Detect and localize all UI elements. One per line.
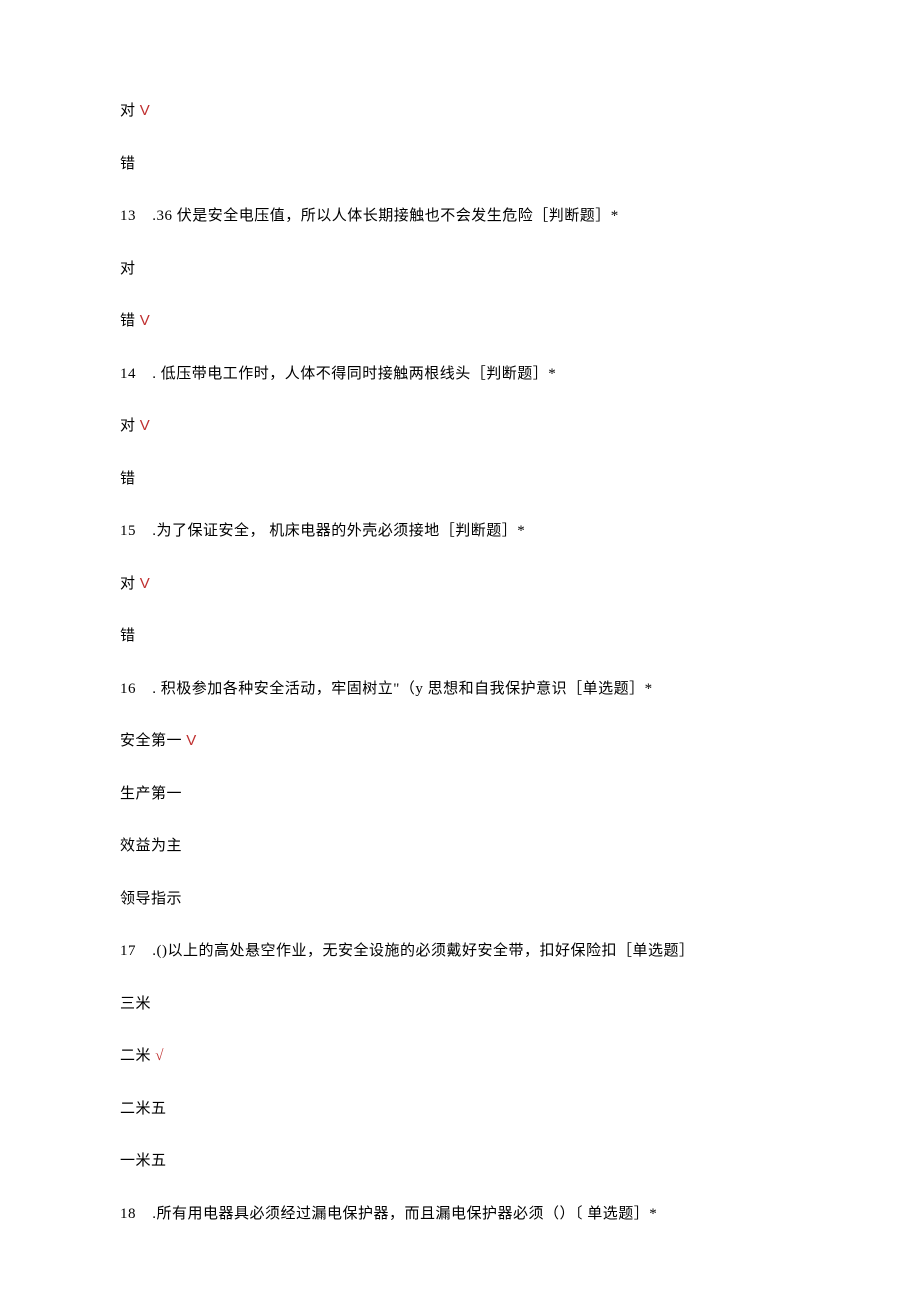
q17-option-d: 一米五 — [120, 1150, 800, 1173]
question-number: 16 — [120, 678, 148, 701]
q13-question: 13 .36 伏是安全电压值，所以人体长期接触也不会发生危险［判断题］* — [120, 205, 800, 228]
q17-option-a: 三米 — [120, 993, 800, 1016]
option-text: 对 — [120, 418, 140, 434]
question-number: 18 — [120, 1203, 148, 1226]
option-text: 二米五 — [120, 1101, 167, 1117]
option-text: 领导指示 — [120, 891, 182, 907]
option-text: 三米 — [120, 996, 151, 1012]
q15-question: 15 .为了保证安全， 机床电器的外壳必须接地［判断题］* — [120, 520, 800, 543]
q16-question: 16 . 积极参加各种安全活动，牢固树立"（y 思想和自我保护意识［单选题］* — [120, 678, 800, 701]
correct-mark: V — [186, 732, 197, 749]
q12-option-false: 错 — [120, 153, 800, 176]
option-text: 错 — [120, 471, 136, 487]
question-number: 14 — [120, 363, 148, 386]
option-text: 错 — [120, 156, 136, 172]
option-text: 错 — [120, 313, 140, 329]
option-text: 安全第一 — [120, 733, 186, 749]
q17-option-b: 二米 √ — [120, 1045, 800, 1068]
correct-mark: V — [140, 575, 151, 592]
q15-option-false: 错 — [120, 625, 800, 648]
q14-question: 14 . 低压带电工作时，人体不得同时接触两根线头［判断题］* — [120, 363, 800, 386]
q16-option-d: 领导指示 — [120, 888, 800, 911]
question-text: .所有用电器具必须经过漏电保护器，而且漏电保护器必须（）〔 单选题］* — [148, 1206, 657, 1222]
option-text: 对 — [120, 261, 136, 277]
q13-option-true: 对 — [120, 258, 800, 281]
option-text: 效益为主 — [120, 838, 182, 854]
q13-option-false: 错 V — [120, 310, 800, 333]
question-number: 15 — [120, 520, 148, 543]
q16-option-a: 安全第一 V — [120, 730, 800, 753]
question-text: .()以上的高处悬空作业，无安全设施的必须戴好安全带，扣好保险扣［单选题］ — [148, 943, 695, 959]
question-number: 13 — [120, 205, 148, 228]
q16-option-b: 生产第一 — [120, 783, 800, 806]
option-text: 对 — [120, 103, 140, 119]
option-text: 对 — [120, 576, 140, 592]
q17-question: 17 .()以上的高处悬空作业，无安全设施的必须戴好安全带，扣好保险扣［单选题］ — [120, 940, 800, 963]
q16-option-c: 效益为主 — [120, 835, 800, 858]
q15-option-true: 对 V — [120, 573, 800, 596]
correct-mark: √ — [155, 1048, 164, 1064]
question-text: .36 伏是安全电压值，所以人体长期接触也不会发生危险［判断题］* — [148, 208, 619, 224]
q18-question: 18 .所有用电器具必须经过漏电保护器，而且漏电保护器必须（）〔 单选题］* — [120, 1203, 800, 1226]
q12-option-true: 对 V — [120, 100, 800, 123]
option-text: 生产第一 — [120, 786, 182, 802]
correct-mark: V — [140, 312, 151, 329]
option-text: 错 — [120, 628, 136, 644]
q17-option-c: 二米五 — [120, 1098, 800, 1121]
question-text: . 积极参加各种安全活动，牢固树立"（y 思想和自我保护意识［单选题］* — [148, 681, 653, 697]
question-text: .为了保证安全， 机床电器的外壳必须接地［判断题］* — [148, 523, 525, 539]
q14-option-true: 对 V — [120, 415, 800, 438]
question-text: . 低压带电工作时，人体不得同时接触两根线头［判断题］* — [148, 366, 556, 382]
q14-option-false: 错 — [120, 468, 800, 491]
correct-mark: V — [140, 417, 151, 434]
question-number: 17 — [120, 940, 148, 963]
correct-mark: V — [140, 102, 151, 119]
option-text: 二米 — [120, 1048, 155, 1064]
option-text: 一米五 — [120, 1153, 167, 1169]
